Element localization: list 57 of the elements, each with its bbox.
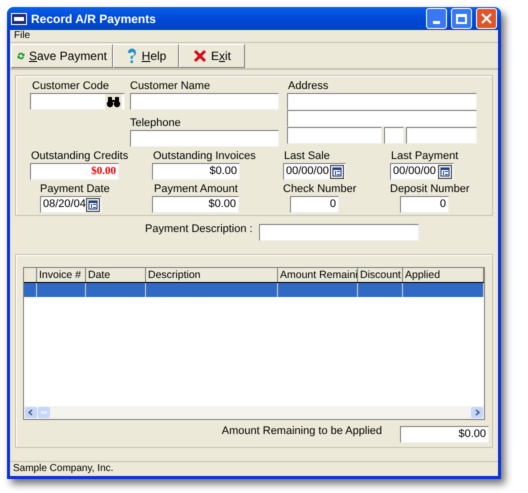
column-header[interactable]: Invoice #: [37, 268, 86, 282]
input-field[interactable]: [406, 127, 477, 144]
input-field[interactable]: [287, 110, 477, 127]
input-field[interactable]: [130, 130, 279, 147]
field-label: Payment Amount: [154, 184, 238, 195]
question-icon: [126, 48, 138, 64]
window-title: Record A/R Payments: [31, 10, 157, 28]
column-header[interactable]: Applied: [403, 268, 484, 282]
horizontal-scrollbar[interactable]: [24, 406, 484, 419]
status-text: Sample Company, Inc.: [13, 463, 114, 475]
scroll-thumb-icon[interactable]: [38, 407, 50, 418]
date-field[interactable]: 00/00/00: [390, 163, 454, 180]
input-field[interactable]: 0: [400, 196, 449, 213]
calendar-icon[interactable]: [330, 164, 344, 178]
toolbar-button[interactable]: Save Payment: [11, 44, 113, 68]
field-label: Deposit Number: [390, 184, 470, 195]
field-label: Last Payment: [391, 151, 458, 162]
app-icon: [11, 12, 27, 24]
field-label: Outstanding Credits: [31, 151, 128, 162]
input-field[interactable]: [258, 224, 419, 241]
field-label: Check Number: [283, 184, 356, 195]
toolbar-button[interactable]: Help: [113, 44, 179, 68]
column-header[interactable]: Date: [86, 268, 146, 282]
input-field[interactable]: [287, 93, 477, 110]
menu-item[interactable]: File: [14, 30, 30, 42]
maximize-button[interactable]: [451, 8, 472, 29]
date-field[interactable]: 08/20/04: [40, 196, 102, 213]
input-field[interactable]: [130, 93, 279, 110]
field-label: Payment Description :: [145, 224, 253, 235]
input-field[interactable]: 0: [290, 196, 339, 213]
field-label: Customer Name: [130, 81, 210, 92]
calendar-icon[interactable]: [438, 164, 452, 178]
input-field[interactable]: [384, 127, 404, 144]
calendar-icon[interactable]: [86, 198, 100, 212]
input-field[interactable]: [30, 93, 125, 110]
field-label: Amount Remaining to be Applied: [222, 426, 382, 437]
close-icon: [192, 48, 207, 62]
column-header[interactable]: Discount: [358, 268, 403, 282]
toolbar-button[interactable]: Exit: [179, 44, 245, 68]
column-header[interactable]: Amount Remaini: [278, 268, 358, 282]
close-icon: [481, 13, 492, 24]
field-label: Telephone: [130, 118, 181, 129]
field-label: Last Sale: [284, 151, 330, 162]
column-header[interactable]: Description: [146, 268, 278, 282]
date-field[interactable]: 00/00/00: [283, 163, 346, 180]
field-label: Payment Date: [40, 184, 110, 195]
minimize-button[interactable]: [426, 8, 447, 29]
field-label: Customer Code: [32, 81, 110, 92]
input-field[interactable]: $0.00: [152, 196, 239, 213]
binoculars-icon[interactable]: [105, 94, 122, 110]
input-field[interactable]: $0.00: [152, 163, 240, 180]
close-button[interactable]: [476, 8, 497, 29]
input-field[interactable]: $0.00: [30, 163, 119, 180]
field-label: Address: [288, 81, 328, 92]
field-label: Outstanding Invoices: [153, 151, 256, 162]
input-field[interactable]: [287, 127, 382, 144]
input-field[interactable]: $0.00: [400, 426, 489, 443]
